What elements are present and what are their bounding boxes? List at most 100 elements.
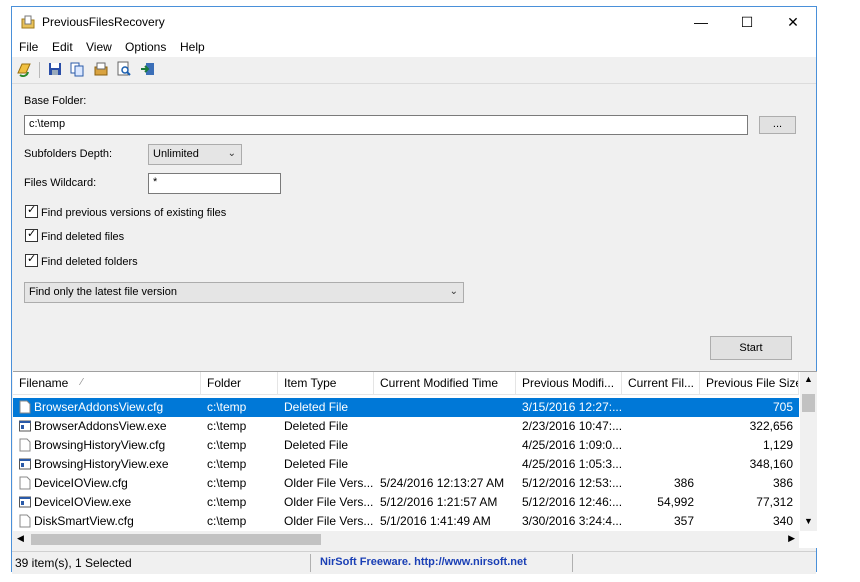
cell-current-modified: 5/1/2016 1:41:49 AM — [380, 514, 491, 528]
cell-previous-size: 1,129 — [762, 438, 793, 452]
copy-icon[interactable] — [69, 61, 85, 77]
cell-item-type: Deleted File — [284, 419, 349, 433]
toolbar — [12, 57, 816, 84]
menu-edit[interactable]: Edit — [52, 40, 73, 54]
scroll-left-icon[interactable]: ◀ — [17, 533, 24, 544]
nirsoft-link[interactable]: NirSoft Freeware. http://www.nirsoft.net — [320, 556, 527, 568]
cell-previous-size: 340 — [772, 514, 793, 528]
cell-item-type: Deleted File — [284, 438, 349, 452]
refresh-icon[interactable] — [16, 61, 32, 77]
menu-file[interactable]: File — [19, 40, 38, 54]
close-button[interactable]: ✕ — [770, 7, 816, 37]
subfolders-depth-select[interactable]: Unlimited ⌄ — [148, 144, 242, 165]
cell-item-type: Older File Vers... — [284, 476, 374, 490]
cell-previous-modified: 4/25/2016 1:09:0... — [522, 438, 622, 452]
cell-current-modified: 5/24/2016 12:13:27 AM — [380, 476, 505, 490]
results-table[interactable]: Filename ⁄ Folder Item Type Current Modi… — [13, 371, 817, 548]
file-icon — [19, 514, 31, 528]
cell-folder: c:\temp — [207, 476, 247, 490]
cell-filename: BrowserAddonsView.exe — [13, 417, 201, 436]
scroll-right-icon[interactable]: ▶ — [788, 533, 795, 544]
cell-folder: c:\temp — [207, 495, 247, 509]
cell-previous-modified: 5/12/2016 12:46:... — [522, 495, 622, 509]
base-folder-input[interactable]: c:\temp — [24, 115, 748, 135]
column-header-filename[interactable]: Filename ⁄ — [13, 372, 201, 394]
table-row[interactable]: BrowsingHistoryView.cfg c:\temp Deleted … — [13, 436, 799, 455]
table-row[interactable]: BrowserAddonsView.cfg c:\temp Deleted Fi… — [13, 398, 799, 417]
start-button[interactable]: Start — [710, 336, 792, 360]
find-deleted-folders-label: Find deleted folders — [41, 256, 138, 268]
column-header-folder[interactable]: Folder — [201, 372, 278, 394]
table-row[interactable]: BrowsingHistoryView.exe c:\temp Deleted … — [13, 455, 799, 474]
chevron-down-icon: ⌄ — [449, 286, 458, 297]
browse-button[interactable]: ... — [759, 116, 796, 134]
cell-current-modified — [374, 436, 516, 455]
files-wildcard-input[interactable]: * — [148, 173, 281, 194]
exe-file-icon — [19, 496, 31, 508]
files-wildcard-label: Files Wildcard: — [24, 177, 97, 189]
cell-previous-modified: 3/30/2016 3:24:4... — [522, 514, 622, 528]
table-header: Filename ⁄ Folder Item Type Current Modi… — [13, 372, 799, 395]
table-row[interactable]: BrowserAddonsView.exe c:\temp Deleted Fi… — [13, 417, 799, 436]
toolbar-separator — [39, 62, 40, 78]
cell-previous-size: 77,312 — [756, 495, 793, 509]
menu-help[interactable]: Help — [180, 40, 205, 54]
cell-current-size — [622, 398, 700, 417]
cell-item-type: Older File Vers... — [284, 495, 374, 509]
find-previous-versions-checkbox[interactable]: Find previous versions of existing files — [25, 203, 226, 219]
column-header-current-modified-time[interactable]: Current Modified Time — [374, 372, 516, 394]
menu-options[interactable]: Options — [125, 40, 166, 54]
cell-previous-size: 348,160 — [749, 457, 793, 471]
cell-filename: DiskSmartView.cfg — [13, 512, 201, 531]
cell-folder: c:\temp — [207, 514, 247, 528]
save-icon[interactable] — [47, 61, 63, 77]
column-header-current-file-size[interactable]: Current Fil... — [622, 372, 700, 394]
base-folder-label: Base Folder: — [24, 95, 87, 107]
cell-current-modified — [374, 417, 516, 436]
minimize-button[interactable]: — — [678, 7, 724, 37]
sort-ascending-icon: ⁄ — [81, 377, 83, 388]
cell-folder: c:\temp — [207, 419, 247, 433]
checkbox-checked-icon — [25, 203, 38, 218]
cell-filename: DeviceIOView.cfg — [13, 474, 201, 493]
file-icon — [19, 476, 31, 490]
find-deleted-folders-checkbox[interactable]: Find deleted folders — [25, 252, 138, 268]
column-header-previous-modified-time[interactable]: Previous Modifi... — [516, 372, 622, 394]
cell-previous-modified: 2/23/2016 10:47:... — [522, 419, 622, 433]
status-separator — [572, 554, 573, 572]
scroll-down-icon[interactable]: ▼ — [804, 516, 813, 526]
version-mode-value: Find only the latest file version — [29, 286, 177, 298]
window-title: PreviousFilesRecovery — [42, 15, 165, 29]
cell-current-size — [622, 436, 700, 455]
find-deleted-files-checkbox[interactable]: Find deleted files — [25, 227, 124, 243]
exe-file-icon — [19, 420, 31, 432]
cell-filename: BrowsingHistoryView.exe — [13, 455, 201, 474]
maximize-button[interactable]: ☐ — [724, 7, 770, 37]
subfolders-depth-label: Subfolders Depth: — [24, 148, 113, 160]
horizontal-scroll-thumb[interactable] — [31, 534, 321, 545]
properties-icon[interactable] — [93, 61, 109, 77]
cell-current-modified — [374, 455, 516, 474]
vertical-scrollbar[interactable]: ▲ ▼ — [800, 372, 817, 531]
cell-filename: BrowserAddonsView.cfg — [13, 398, 201, 417]
cell-current-size — [622, 417, 700, 436]
table-row[interactable]: DiskSmartView.cfg c:\temp Older File Ver… — [13, 512, 799, 531]
table-row[interactable]: DeviceIOView.exe c:\temp Older File Vers… — [13, 493, 799, 512]
cell-previous-modified: 3/15/2016 12:27:... — [522, 400, 622, 414]
column-header-previous-file-size[interactable]: Previous File Size — [700, 372, 799, 394]
exit-icon[interactable] — [140, 61, 156, 77]
column-header-item-type[interactable]: Item Type — [278, 372, 374, 394]
chevron-down-icon: ⌄ — [227, 148, 236, 159]
find-icon[interactable] — [116, 61, 132, 77]
vertical-scroll-thumb[interactable] — [802, 394, 815, 412]
menu-view[interactable]: View — [86, 40, 112, 54]
cell-item-type: Deleted File — [284, 457, 349, 471]
version-mode-select[interactable]: Find only the latest file version ⌄ — [24, 282, 464, 303]
horizontal-scrollbar[interactable]: ◀ ▶ — [13, 531, 799, 548]
scroll-up-icon[interactable]: ▲ — [804, 374, 813, 384]
cell-folder: c:\temp — [207, 400, 247, 414]
checkbox-checked-icon — [25, 252, 38, 267]
cell-current-size — [622, 455, 700, 474]
app-folder-icon — [21, 15, 35, 29]
table-row[interactable]: DeviceIOView.cfg c:\temp Older File Vers… — [13, 474, 799, 493]
